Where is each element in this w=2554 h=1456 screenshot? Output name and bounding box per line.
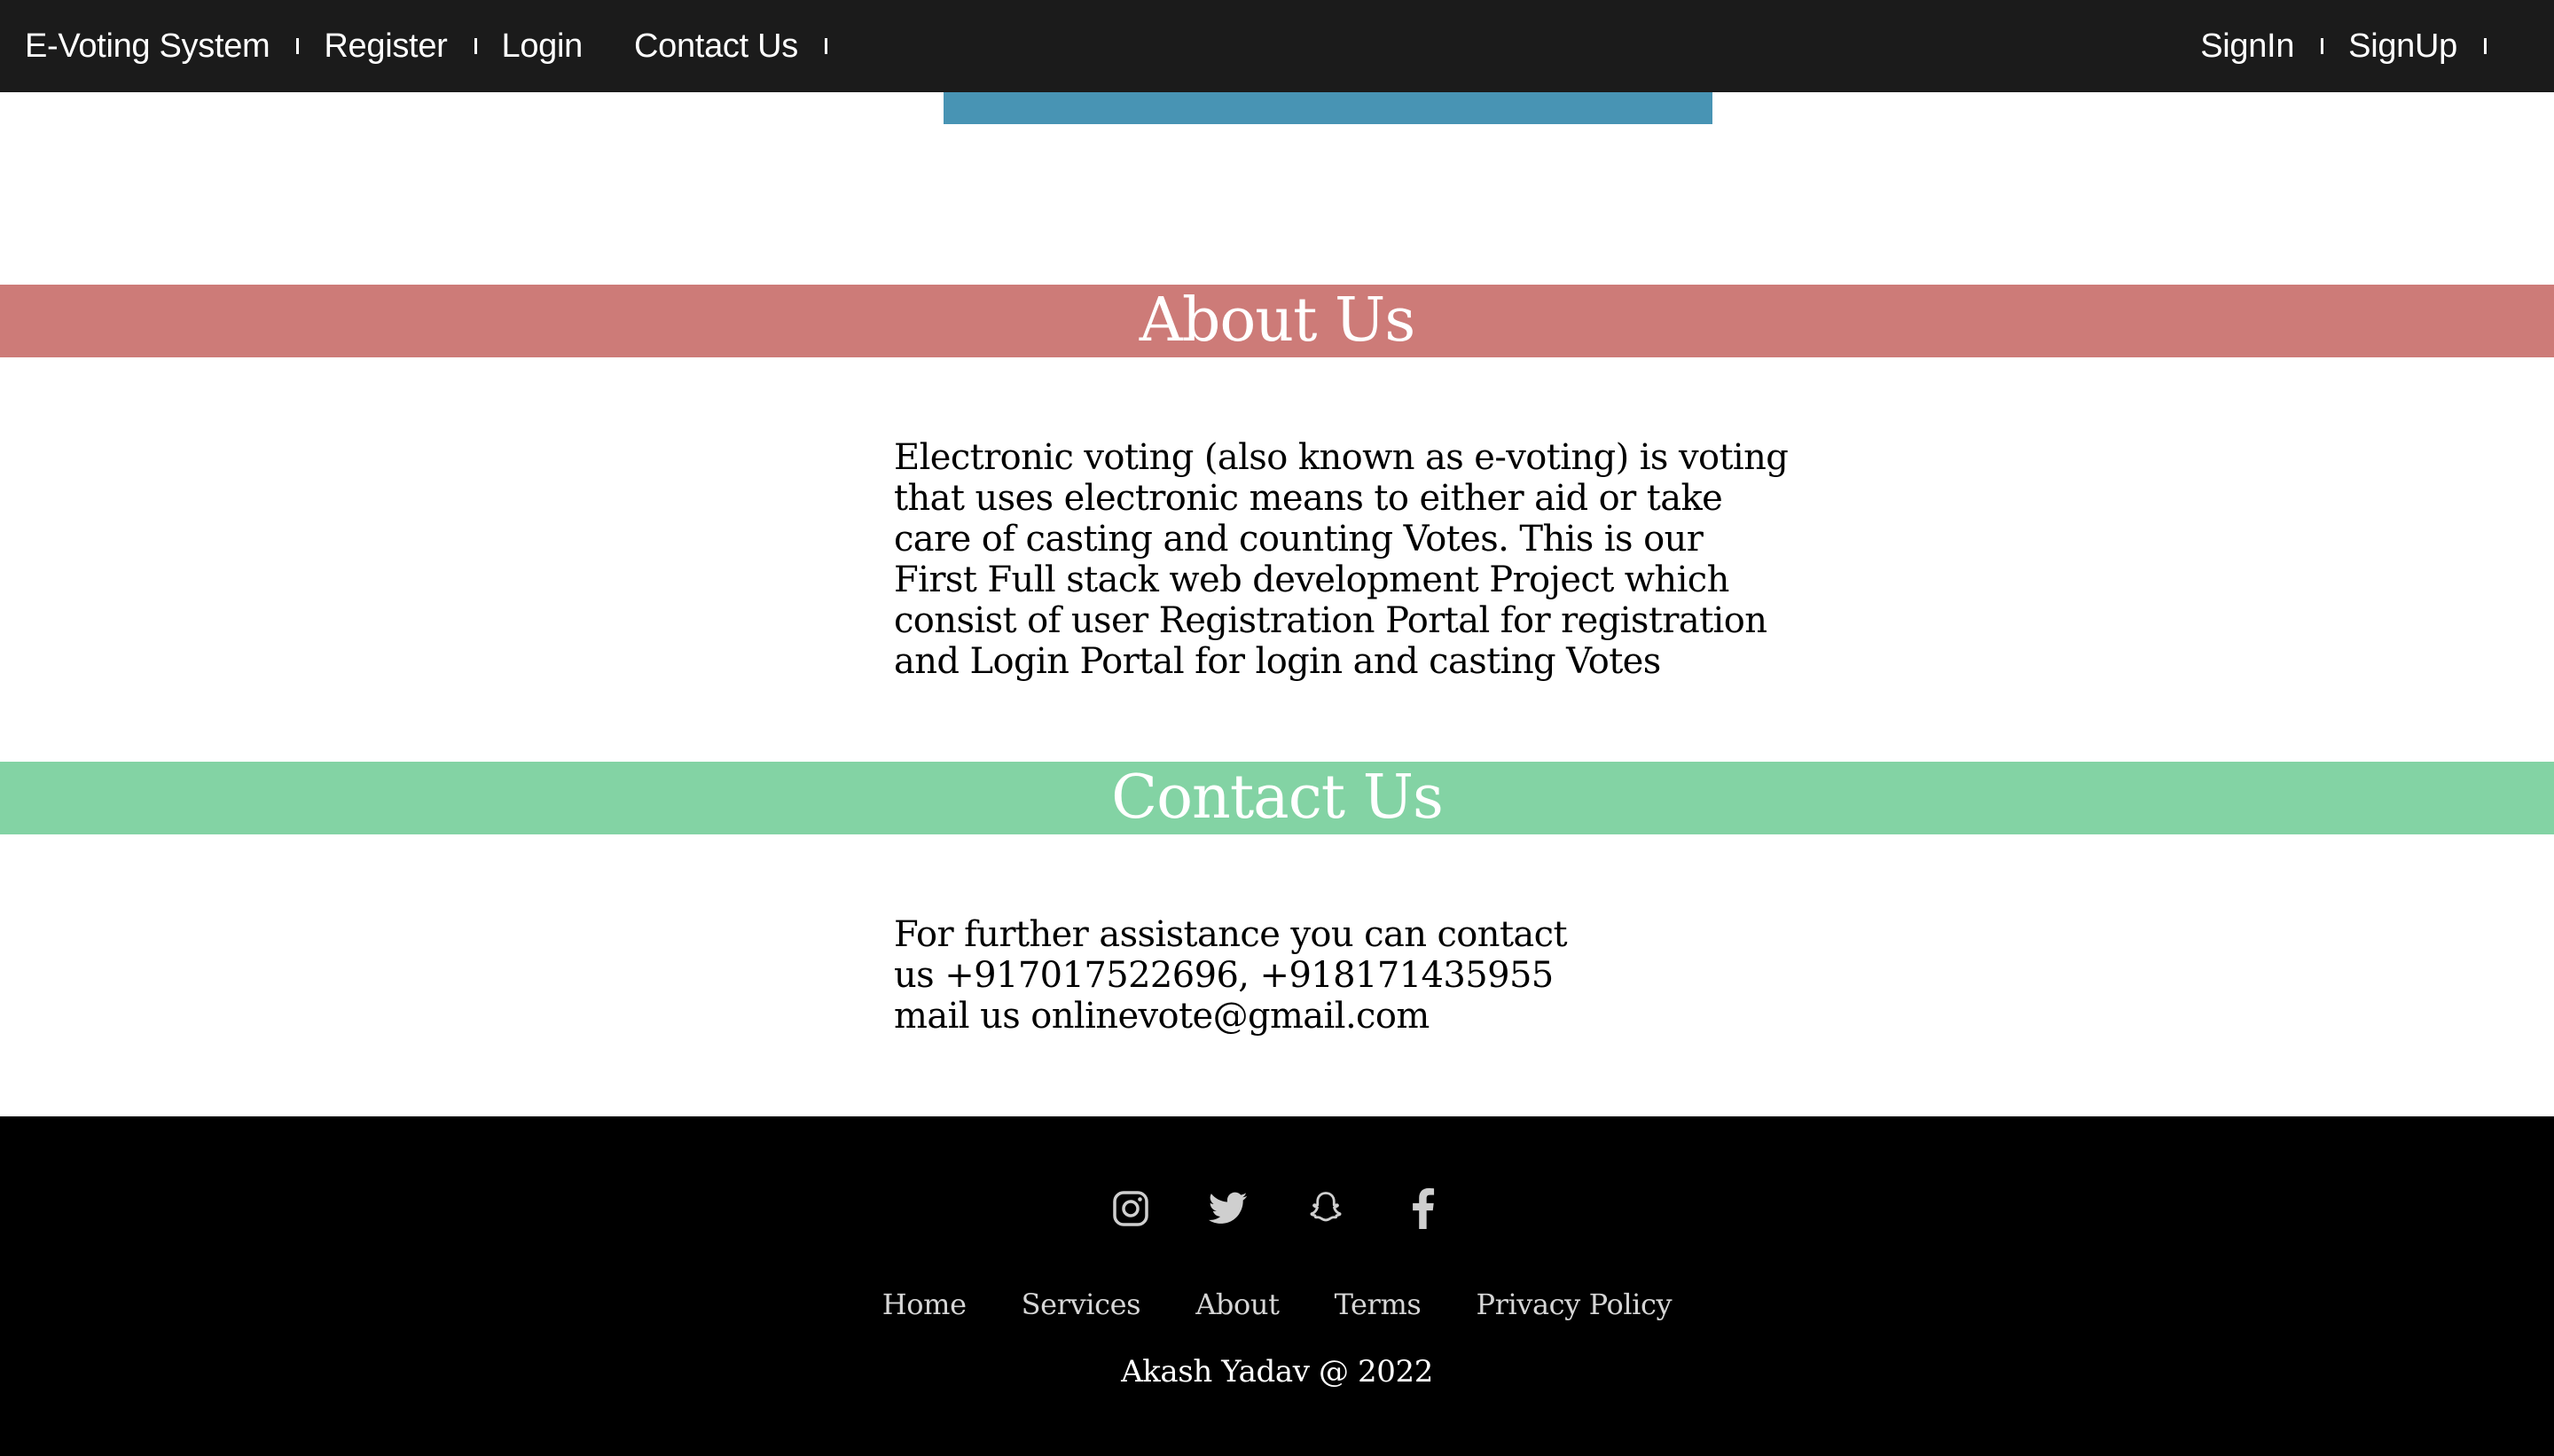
nav-separator — [296, 38, 300, 54]
footer-links: Home Services About Terms Privacy Policy — [0, 1288, 2554, 1321]
social-icons — [0, 1186, 2554, 1231]
footer — [0, 1116, 2554, 1456]
top-navbar: E-Voting System Register Login Contact U… — [0, 0, 2554, 92]
about-heading-band: About Us — [0, 285, 2554, 357]
nav-separator — [474, 38, 477, 54]
twitter-icon[interactable] — [1209, 1186, 1248, 1231]
nav-contact-link[interactable]: Contact Us — [634, 0, 798, 92]
nav-register-link[interactable]: Register — [324, 0, 447, 92]
contact-heading-band: Contact Us — [0, 762, 2554, 834]
instagram-icon[interactable] — [1111, 1186, 1150, 1231]
nav-signup-link[interactable]: SignUp — [2348, 0, 2457, 92]
nav-right-group: SignIn SignUp — [2200, 0, 2487, 92]
nav-signin-link[interactable]: SignIn — [2200, 0, 2294, 92]
footer-link-about[interactable]: About — [1195, 1288, 1280, 1321]
nav-separator — [824, 38, 827, 54]
footer-link-privacy-policy[interactable]: Privacy Policy — [1476, 1288, 1672, 1321]
hero-banner-bar — [944, 92, 1712, 124]
copyright-text: Akash Yadav @ 2022 — [1121, 1354, 1433, 1389]
about-text: Electronic voting (also known as e-votin… — [894, 437, 1789, 682]
nav-separator — [2321, 38, 2324, 54]
snapchat-icon[interactable] — [1306, 1186, 1345, 1231]
nav-left-group: E-Voting System Register Login Contact U… — [25, 0, 852, 92]
footer-link-terms[interactable]: Terms — [1335, 1288, 1422, 1321]
footer-link-services[interactable]: Services — [1022, 1288, 1141, 1321]
footer-link-home[interactable]: Home — [882, 1288, 967, 1321]
nav-brand-link[interactable]: E-Voting System — [25, 0, 270, 92]
contact-heading: Contact Us — [1111, 763, 1444, 833]
nav-login-link[interactable]: Login — [502, 0, 584, 92]
contact-text: For further assistance you can contact u… — [894, 914, 1568, 1037]
facebook-icon[interactable] — [1404, 1186, 1443, 1231]
nav-separator — [2484, 38, 2487, 54]
about-heading: About Us — [1139, 286, 1416, 356]
